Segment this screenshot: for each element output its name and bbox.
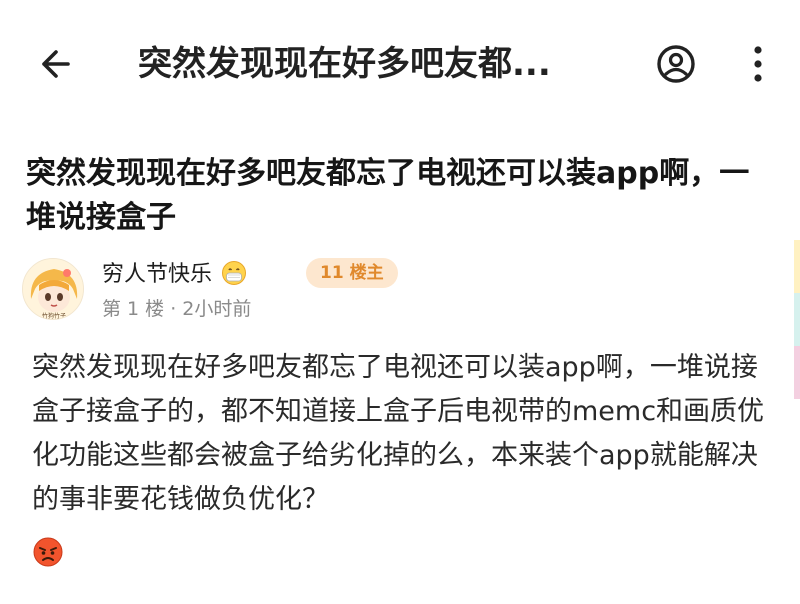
- author-name[interactable]: 穷人节快乐: [102, 256, 247, 288]
- user-profile-button[interactable]: [652, 40, 700, 88]
- page-title: 突然发现现在好多吧友都...: [138, 44, 551, 84]
- edge-segment-yellow: [794, 240, 800, 293]
- edge-segment-pink: [794, 346, 800, 399]
- scroll-edge-indicator: [794, 240, 800, 400]
- more-options-button[interactable]: [734, 40, 782, 88]
- author-row: 竹狗竹子 穷人节快乐 11 楼主 第 1 楼 · 2小时前: [22, 252, 782, 332]
- floor-timestamp: 第 1 楼 · 2小时前: [102, 298, 252, 320]
- user-circle-icon: [657, 45, 695, 83]
- avatar[interactable]: 竹狗竹子: [22, 258, 84, 320]
- original-poster-badge: 11 楼主: [306, 258, 398, 288]
- edge-segment-teal: [794, 293, 800, 346]
- back-button[interactable]: [30, 40, 78, 88]
- author-name-text: 穷人节快乐: [102, 262, 213, 287]
- top-bar: 突然发现现在好多吧友都...: [0, 0, 800, 128]
- mask-face-emoji: [221, 260, 247, 286]
- avatar-illustration: 竹狗竹子: [23, 259, 83, 320]
- post-body: 突然发现现在好多吧友都忘了电视还可以装app啊，一堆说接盒子接盒子的，都不知道接…: [32, 352, 765, 515]
- more-vertical-icon: [754, 46, 762, 82]
- post-title: 突然发现现在好多吧友都忘了电视还可以装app啊，一堆说接盒子: [26, 156, 750, 235]
- angry-face-emoji: [32, 536, 64, 568]
- arrow-left-icon: [42, 50, 70, 78]
- avatar-caption: 竹狗竹子: [42, 312, 66, 320]
